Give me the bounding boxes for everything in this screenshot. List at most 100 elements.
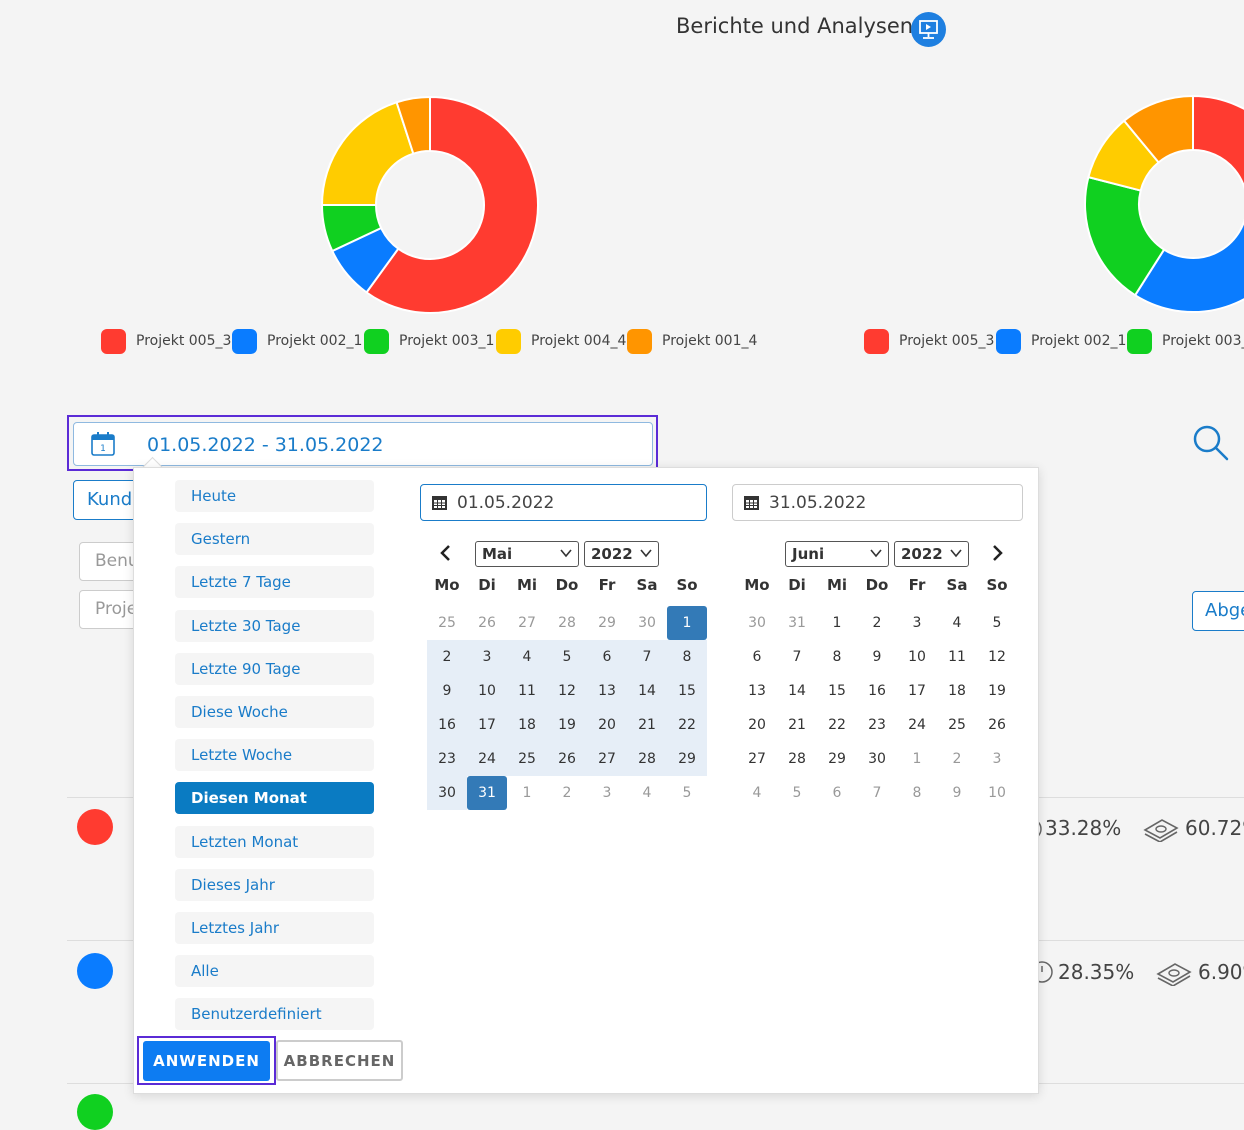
apply-button[interactable]: ANWENDEN xyxy=(143,1041,270,1081)
legend-item[interactable]: Projekt 002_1 xyxy=(996,328,1126,354)
calendar-day[interactable]: 3 xyxy=(467,640,507,674)
calendar-day[interactable]: 5 xyxy=(777,776,817,810)
preset-range-item[interactable]: Diese Woche xyxy=(175,696,374,728)
calendar-day[interactable]: 21 xyxy=(627,708,667,742)
calendar-day[interactable]: 12 xyxy=(547,674,587,708)
calendar-day[interactable]: 16 xyxy=(857,674,897,708)
calendar-day[interactable]: 10 xyxy=(897,640,937,674)
calendar-day[interactable]: 3 xyxy=(587,776,627,810)
calendar-day[interactable]: 17 xyxy=(467,708,507,742)
calendar-day[interactable]: 24 xyxy=(897,708,937,742)
left-month-select[interactable]: Mai xyxy=(475,541,579,567)
cancel-button[interactable]: ABBRECHEN xyxy=(276,1040,403,1081)
calendar-day[interactable]: 26 xyxy=(467,606,507,640)
calendar-day[interactable]: 13 xyxy=(737,674,777,708)
legend-item[interactable]: Projekt 005_3 xyxy=(101,328,231,354)
calendar-day[interactable]: 19 xyxy=(977,674,1017,708)
calendar-day[interactable]: 31 xyxy=(467,776,507,810)
preset-range-item[interactable]: Letzte 7 Tage xyxy=(175,566,374,599)
calendar-day[interactable]: 2 xyxy=(857,606,897,640)
calendar-day[interactable]: 15 xyxy=(817,674,857,708)
calendar-day[interactable]: 4 xyxy=(627,776,667,810)
date-range-input[interactable]: 1 01.05.2022 - 31.05.2022 xyxy=(73,422,653,466)
calendar-day[interactable]: 2 xyxy=(427,640,467,674)
calendar-day[interactable]: 23 xyxy=(857,708,897,742)
preset-range-item[interactable]: Alle xyxy=(175,955,374,988)
legend-item[interactable]: Projekt 005_3 xyxy=(864,328,994,354)
calendar-day[interactable]: 3 xyxy=(977,742,1017,776)
left-year-select[interactable]: 2022 xyxy=(584,541,659,567)
legend-item[interactable]: Projekt 003_1 xyxy=(364,328,494,354)
calendar-day[interactable]: 22 xyxy=(667,708,707,742)
calendar-day[interactable]: 20 xyxy=(587,708,627,742)
calendar-day[interactable]: 4 xyxy=(737,776,777,810)
right-month-select[interactable]: Juni xyxy=(785,541,889,567)
calendar-day[interactable]: 28 xyxy=(627,742,667,776)
calendar-day[interactable]: 6 xyxy=(737,640,777,674)
preset-range-item[interactable]: Letzte Woche xyxy=(175,739,374,772)
calendar-day[interactable]: 7 xyxy=(857,776,897,810)
calendar-day[interactable]: 9 xyxy=(937,776,977,810)
next-month-arrow[interactable] xyxy=(988,544,1006,562)
calendar-day[interactable]: 9 xyxy=(427,674,467,708)
calendar-day[interactable]: 16 xyxy=(427,708,467,742)
preset-range-item[interactable]: Diesen Monat xyxy=(175,782,374,815)
abgeschlossen-button[interactable]: Abge xyxy=(1192,591,1244,631)
calendar-day[interactable]: 5 xyxy=(667,776,707,810)
calendar-day[interactable]: 30 xyxy=(627,606,667,640)
calendar-day[interactable]: 31 xyxy=(777,606,817,640)
calendar-day[interactable]: 18 xyxy=(507,708,547,742)
calendar-day[interactable]: 27 xyxy=(737,742,777,776)
preset-range-item[interactable]: Benutzerdefiniert xyxy=(175,998,374,1031)
calendar-day[interactable]: 28 xyxy=(777,742,817,776)
calendar-day[interactable]: 10 xyxy=(977,776,1017,810)
preset-range-item[interactable]: Letzte 90 Tage xyxy=(175,652,374,685)
calendar-day[interactable]: 14 xyxy=(777,674,817,708)
calendar-day[interactable]: 6 xyxy=(587,640,627,674)
calendar-day[interactable]: 13 xyxy=(587,674,627,708)
calendar-day[interactable]: 8 xyxy=(667,640,707,674)
calendar-day[interactable]: 6 xyxy=(817,776,857,810)
legend-item[interactable]: Projekt 004_4 xyxy=(496,328,626,354)
legend-item[interactable]: Projekt 001_4 xyxy=(627,328,757,354)
preset-range-item[interactable]: Heute xyxy=(175,480,374,512)
calendar-day[interactable]: 11 xyxy=(937,640,977,674)
calendar-day[interactable]: 18 xyxy=(937,674,977,708)
prev-month-arrow[interactable] xyxy=(437,544,455,562)
start-date-input[interactable]: 01.05.2022 xyxy=(420,484,707,521)
calendar-day[interactable]: 4 xyxy=(937,606,977,640)
calendar-day[interactable]: 8 xyxy=(897,776,937,810)
calendar-day[interactable]: 5 xyxy=(977,606,1017,640)
preset-range-item[interactable]: Gestern xyxy=(175,523,374,556)
legend-item[interactable]: Projekt 002_1 xyxy=(232,328,362,354)
calendar-day[interactable]: 5 xyxy=(547,640,587,674)
calendar-day[interactable]: 1 xyxy=(817,606,857,640)
calendar-day[interactable]: 10 xyxy=(467,674,507,708)
calendar-day[interactable]: 30 xyxy=(427,776,467,810)
calendar-day[interactable]: 21 xyxy=(777,708,817,742)
right-year-select[interactable]: 2022 xyxy=(894,541,969,567)
calendar-day[interactable]: 17 xyxy=(897,674,937,708)
calendar-day[interactable]: 20 xyxy=(737,708,777,742)
calendar-day[interactable]: 29 xyxy=(587,606,627,640)
calendar-day[interactable]: 1 xyxy=(667,606,707,640)
calendar-day[interactable]: 27 xyxy=(587,742,627,776)
calendar-day[interactable]: 8 xyxy=(817,640,857,674)
preset-range-item[interactable]: Letzte 30 Tage xyxy=(175,609,374,642)
preset-range-item[interactable]: Letztes Jahr xyxy=(175,912,374,944)
calendar-day[interactable]: 30 xyxy=(857,742,897,776)
donut-slice[interactable] xyxy=(1192,94,1244,224)
end-date-input[interactable]: 31.05.2022 xyxy=(732,484,1023,521)
preset-range-item[interactable]: Letzten Monat xyxy=(175,825,374,858)
calendar-day[interactable]: 15 xyxy=(667,674,707,708)
calendar-day[interactable]: 3 xyxy=(897,606,937,640)
calendar-day[interactable]: 4 xyxy=(507,640,547,674)
legend-item[interactable]: Projekt 003_1 xyxy=(1127,328,1244,354)
calendar-day[interactable]: 9 xyxy=(857,640,897,674)
calendar-day[interactable]: 28 xyxy=(547,606,587,640)
calendar-day[interactable]: 1 xyxy=(897,742,937,776)
calendar-day[interactable]: 29 xyxy=(667,742,707,776)
calendar-day[interactable]: 19 xyxy=(547,708,587,742)
calendar-day[interactable]: 2 xyxy=(937,742,977,776)
calendar-day[interactable]: 29 xyxy=(817,742,857,776)
